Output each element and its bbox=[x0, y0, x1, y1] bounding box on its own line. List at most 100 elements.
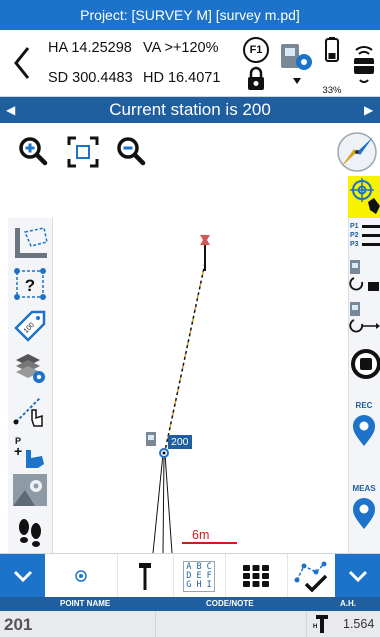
radio-button[interactable] bbox=[349, 40, 379, 90]
project-title: Project: [SURVEY M] [survey m.pd] bbox=[80, 7, 300, 23]
measure-pin-icon bbox=[353, 498, 375, 529]
abc-row-3: G H I bbox=[186, 579, 212, 590]
station-leg-right bbox=[164, 453, 173, 553]
prism-pole-icon bbox=[139, 563, 151, 590]
station-prev-arrow[interactable]: ◀ bbox=[6, 97, 15, 123]
resection-button[interactable] bbox=[348, 300, 380, 340]
backsight-button[interactable] bbox=[348, 258, 380, 298]
bottom-toolbar: A B C D E F G H I bbox=[0, 553, 380, 598]
attribute-entry-row: 201 H 1.564 bbox=[0, 611, 380, 637]
prism-pole-button[interactable] bbox=[117, 554, 174, 598]
add-point-button[interactable]: P + bbox=[8, 432, 52, 472]
target-dot-icon bbox=[75, 570, 87, 582]
va-value: VA >+120% bbox=[143, 40, 219, 56]
station-label: 200 bbox=[168, 435, 192, 449]
add-point-hand-icon: P + bbox=[14, 436, 44, 468]
abc-keyboard-icon: A B C D E F G H I bbox=[183, 560, 215, 592]
point-name-value: 201 bbox=[4, 615, 33, 634]
target-prism-marker bbox=[200, 235, 210, 245]
numeric-keypad-button[interactable] bbox=[225, 554, 288, 598]
lock-button[interactable] bbox=[245, 66, 267, 92]
polyline-check-button[interactable] bbox=[287, 554, 336, 598]
ah-field[interactable]: H 1.564 bbox=[307, 611, 380, 637]
current-station-bar: ◀ Current station is 200 ▶ bbox=[0, 97, 380, 123]
point-list-label-2: P2 bbox=[350, 232, 359, 239]
point-name-header: POINT NAME bbox=[60, 599, 111, 608]
scale-label: 6m bbox=[192, 528, 210, 542]
station-point-center bbox=[162, 451, 166, 455]
f1-label: F1 bbox=[249, 44, 263, 56]
background-map-button[interactable] bbox=[8, 470, 52, 510]
hd-value: HD 16.4071 bbox=[143, 70, 221, 86]
line-touch-icon bbox=[13, 397, 43, 427]
sd-value: SD 300.4483 bbox=[48, 70, 133, 86]
title-bar: Project: [SURVEY M] [survey m.pd] bbox=[0, 0, 380, 30]
lock-icon bbox=[248, 66, 264, 90]
image-map-icon bbox=[13, 474, 47, 506]
code-keyboard-button[interactable]: A B C D E F G H I bbox=[173, 554, 226, 598]
point-mode-button[interactable] bbox=[45, 554, 118, 598]
chevron-down-icon bbox=[348, 570, 367, 583]
f1-button[interactable]: F1 bbox=[243, 37, 269, 63]
ah-header: A.H. bbox=[340, 599, 356, 608]
back-button[interactable] bbox=[4, 38, 40, 88]
station-leg-center bbox=[162, 453, 165, 553]
location-pin-icon bbox=[353, 415, 375, 446]
crosshair-hand-icon bbox=[350, 178, 380, 214]
point-list-button[interactable]: P1 P2 P3 bbox=[348, 220, 380, 256]
stakeout-button[interactable] bbox=[8, 512, 52, 552]
current-station-text: Current station is 200 bbox=[109, 100, 271, 119]
measure-area-button[interactable] bbox=[8, 222, 52, 262]
station-leg-left bbox=[152, 453, 164, 553]
svg-text:+: + bbox=[14, 443, 22, 459]
meas-button[interactable]: MEAS bbox=[348, 478, 380, 538]
code-note-field[interactable] bbox=[156, 611, 307, 637]
radio-signal-icon bbox=[354, 46, 374, 83]
grid-keypad-icon bbox=[243, 565, 269, 587]
point-name-field[interactable]: 201 bbox=[0, 611, 156, 637]
chevron-down-icon bbox=[13, 570, 32, 583]
attribute-column-header: POINT NAME CODE/NOTE A.H. bbox=[0, 597, 380, 611]
footprints-icon bbox=[19, 519, 41, 547]
instrument-gear-icon bbox=[281, 44, 312, 84]
battery-indicator: 33% bbox=[317, 36, 347, 96]
stop-button[interactable] bbox=[348, 344, 380, 384]
stop-icon bbox=[351, 349, 380, 379]
meas-label: MEAS bbox=[352, 484, 376, 493]
measurement-info-row: HA 14.25298 VA >+120% SD 300.4483 HD 16.… bbox=[0, 30, 380, 97]
chevron-left-icon bbox=[14, 47, 30, 79]
antenna-height-icon: H bbox=[313, 615, 328, 633]
collapse-left-button[interactable] bbox=[0, 554, 45, 598]
station-label-text: 200 bbox=[171, 436, 189, 448]
code-note-header: CODE/NOTE bbox=[206, 599, 254, 608]
station-resection-icon bbox=[349, 302, 380, 333]
target-tracking-button[interactable] bbox=[348, 176, 380, 218]
battery-percent: 33% bbox=[322, 85, 342, 96]
collapse-right-button[interactable] bbox=[335, 554, 380, 598]
rec-label: REC bbox=[355, 401, 373, 410]
point-list-labels: P1 P2 P3 bbox=[350, 222, 359, 249]
instrument-settings-button[interactable] bbox=[277, 40, 317, 90]
point-list-label-1: P1 bbox=[350, 223, 359, 230]
ah-value: 1.564 bbox=[343, 617, 375, 631]
label-tag-button[interactable]: 100 bbox=[8, 306, 52, 346]
point-query-icon: ? bbox=[14, 268, 46, 300]
total-station-lens bbox=[148, 435, 154, 440]
tag-icon: 100 bbox=[14, 310, 46, 342]
backsight-line bbox=[164, 262, 206, 452]
list-lines-icon bbox=[362, 225, 380, 246]
station-next-arrow[interactable]: ▶ bbox=[364, 97, 373, 123]
area-ruler-icon bbox=[15, 227, 48, 258]
rec-button[interactable]: REC bbox=[348, 395, 380, 455]
polyline-check-icon bbox=[294, 561, 328, 592]
station-backsight-icon bbox=[349, 260, 379, 291]
map-drawing bbox=[146, 235, 237, 553]
svg-text:H: H bbox=[313, 624, 317, 630]
battery-icon bbox=[325, 37, 339, 62]
point-info-button[interactable]: ? bbox=[8, 264, 52, 304]
ha-value: HA 14.25298 bbox=[48, 40, 132, 56]
layers-settings-button[interactable] bbox=[8, 348, 52, 388]
draw-line-button[interactable] bbox=[8, 390, 52, 430]
point-list-label-3: P3 bbox=[350, 241, 359, 248]
svg-text:?: ? bbox=[25, 276, 35, 295]
